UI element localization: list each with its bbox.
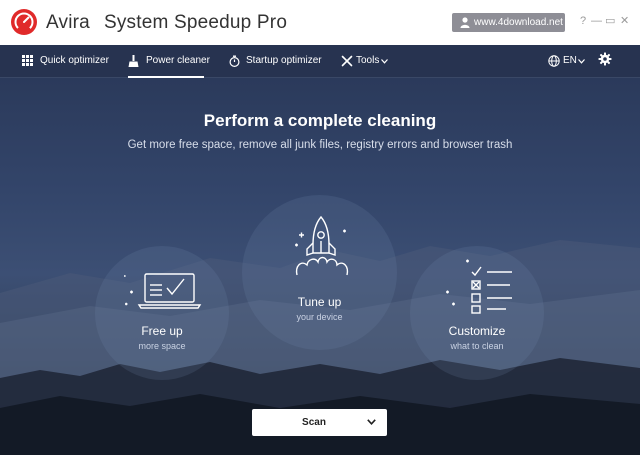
- help-button[interactable]: ?: [580, 14, 586, 28]
- avira-logo-icon: [11, 9, 37, 35]
- card-subtitle: more space: [138, 341, 186, 351]
- rocket-icon: [295, 215, 349, 276]
- tab-label: Startup optimizer: [246, 55, 322, 66]
- page-title: Perform a complete cleaning: [203, 111, 437, 130]
- minimize-button[interactable]: —: [591, 14, 602, 28]
- nav-bar: Quick optimizer Power cleaner Startup op…: [0, 45, 640, 78]
- gear-icon[interactable]: [598, 52, 612, 66]
- stopwatch-icon: [229, 55, 240, 67]
- card-subtitle: your device: [296, 312, 343, 322]
- tab-label: Tools: [356, 55, 380, 66]
- tools-icon: [341, 55, 353, 67]
- tab-quick-optimizer[interactable]: Quick optimizer: [22, 45, 109, 77]
- chevron-down-icon: [381, 59, 388, 64]
- power-cleaner-panel: Perform a complete cleaning Get more fre…: [0, 78, 640, 455]
- card-title: Customize: [448, 324, 506, 338]
- tab-power-cleaner[interactable]: Power cleaner: [128, 45, 210, 78]
- tab-tools[interactable]: Tools: [341, 45, 391, 77]
- brand-name: Avira: [46, 12, 90, 33]
- scan-label: Scan: [302, 417, 326, 428]
- language-label: EN: [563, 55, 577, 66]
- page-subtitle: Get more free space, remove all junk fil…: [127, 139, 513, 151]
- user-icon: [460, 17, 470, 28]
- grid-icon: [22, 55, 33, 66]
- customize-card[interactable]: Customize what to clean: [410, 246, 544, 380]
- card-subtitle: what to clean: [450, 341, 504, 351]
- tune-up-card[interactable]: Tune up your device: [242, 195, 397, 350]
- globe-icon: [548, 55, 560, 67]
- checklist-icon: [446, 259, 512, 314]
- chevron-down-icon[interactable]: [367, 419, 376, 425]
- product-name: System Speedup Pro: [103, 12, 288, 33]
- tab-label: Quick optimizer: [40, 55, 109, 66]
- title-bar: Avira System Speedup Pro www.4download.ne…: [0, 0, 640, 45]
- account-button[interactable]: www.4download.net: [452, 13, 565, 32]
- laptop-check-icon: [124, 273, 202, 309]
- chevron-down-icon: [578, 59, 585, 64]
- free-up-card[interactable]: Free up more space: [95, 246, 229, 380]
- close-button[interactable]: ✕: [620, 14, 629, 28]
- restore-button[interactable]: ▭: [605, 14, 615, 28]
- account-label: www.4download.net: [474, 17, 563, 28]
- card-title: Free up: [141, 324, 183, 338]
- card-title: Tune up: [297, 295, 342, 309]
- tab-startup-optimizer[interactable]: Startup optimizer: [229, 45, 322, 77]
- tab-label: Power cleaner: [146, 55, 210, 66]
- app-title: Avira System Speedup Pro: [46, 12, 287, 34]
- scan-button[interactable]: Scan: [252, 409, 387, 436]
- broom-icon: [128, 55, 139, 67]
